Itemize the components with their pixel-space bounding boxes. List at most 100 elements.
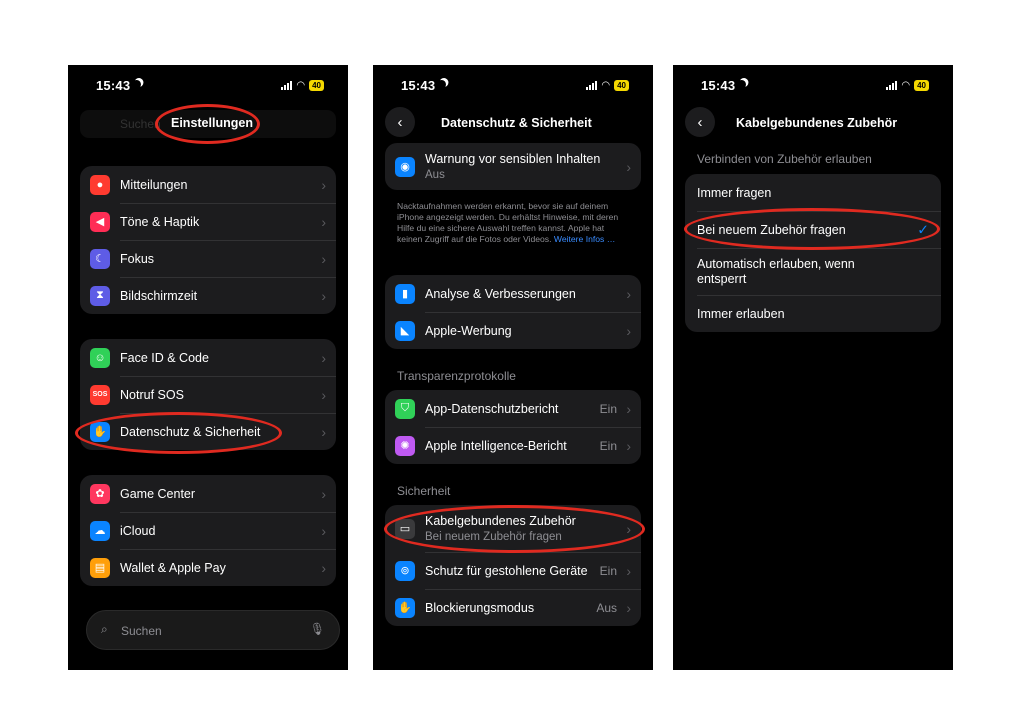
row-label: Game Center <box>120 486 196 501</box>
chevron-right-icon: › <box>321 386 326 403</box>
group-analysis: ▮ Analyse & Verbesserungen › ◣ Apple-Werbun… <box>385 275 641 349</box>
battery-icon: 40 <box>914 80 929 91</box>
chevron-right-icon: › <box>626 285 631 302</box>
row-label: Analyse & Verbesserungen <box>425 286 576 301</box>
option-ask-new-accessories[interactable]: Bei neuem Zubehör fragen ✓ <box>685 211 941 248</box>
group-transparency: ⛉ App-Datenschutzbericht Ein › ✺ Apple Intel… <box>385 390 641 464</box>
settings-screen: 15:43 ◠ 40 Suchen Einstellungen ● Mitteil… <box>68 65 348 670</box>
row-apple-werbung[interactable]: ◣ Apple-Werbung › <box>385 312 641 349</box>
bell-icon: ● <box>90 174 110 195</box>
option-label: Bei neuem Zubehör fragen <box>697 222 846 237</box>
wifi-icon: ◠ <box>601 79 611 91</box>
row-toene-haptik[interactable]: ◀ Töne & Haptik › <box>80 203 336 240</box>
settings-group-services: ✿ Game Center › ☁ iCloud › ▤ Wallet & Apple P… <box>80 475 336 586</box>
option-always-allow[interactable]: Immer erlauben <box>685 295 941 332</box>
section-header-transparency: Transparenzprotokolle <box>397 369 516 383</box>
row-fokus[interactable]: ☾ Fokus › <box>80 240 336 277</box>
row-datenschutz[interactable]: ✋ Datenschutz & Sicherheit › <box>80 413 336 450</box>
back-button[interactable]: ‹ <box>685 107 715 137</box>
chevron-right-icon: › <box>626 599 631 616</box>
chevron-right-icon: › <box>626 158 631 175</box>
chevron-right-icon: › <box>321 485 326 502</box>
row-game-center[interactable]: ✿ Game Center › <box>80 475 336 512</box>
chevron-left-icon: ‹ <box>697 113 703 131</box>
row-icloud[interactable]: ☁ iCloud › <box>80 512 336 549</box>
signal-icon <box>886 81 898 90</box>
chevron-right-icon: › <box>321 423 326 440</box>
row-label: iCloud <box>120 523 156 538</box>
status-bar: 15:43 ◠ 40 <box>68 78 348 96</box>
option-auto-allow-unlocked[interactable]: Automatisch erlauben, wenn entsperrt <box>685 248 941 295</box>
page-title: Einstellungen <box>171 116 253 130</box>
battery-icon: 40 <box>614 80 629 91</box>
chevron-right-icon: › <box>321 522 326 539</box>
cable-icon: ▭ <box>395 518 415 539</box>
apple-intelligence-icon: ✺ <box>395 435 415 456</box>
row-lockdown-mode[interactable]: ✋ Blockierungsmodus Aus › <box>385 589 641 626</box>
row-sensitive-content-warning[interactable]: ◉ Warnung vor sensiblen Inhalten Aus › <box>385 143 641 190</box>
row-wired-accessories[interactable]: ▭ Kabelgebundenes Zubehör Bei neuem Zubeh… <box>385 505 641 552</box>
game-center-icon: ✿ <box>90 483 110 504</box>
settings-group-security: ☺ Face ID & Code › SOS Notruf SOS › ✋ Datensc… <box>80 339 336 450</box>
moon-icon <box>131 79 143 91</box>
face-id-icon: ☺ <box>90 347 110 368</box>
row-value: Aus <box>596 600 617 615</box>
option-always-ask[interactable]: Immer fragen <box>685 174 941 211</box>
row-analyse[interactable]: ▮ Analyse & Verbesserungen › <box>385 275 641 312</box>
status-time: 15:43 <box>401 78 436 93</box>
row-label: Warnung vor sensiblen Inhalten <box>425 152 601 166</box>
wifi-icon: ◠ <box>901 79 911 91</box>
hourglass-icon: ⧗ <box>90 285 110 306</box>
more-info-link[interactable]: Weitere Infos … <box>554 234 615 244</box>
back-button[interactable]: ‹ <box>385 107 415 137</box>
megaphone-icon: ◣ <box>395 320 415 341</box>
eye-warning-icon: ◉ <box>395 156 415 177</box>
chevron-right-icon: › <box>321 213 326 230</box>
option-label: Automatisch erlauben, wenn entsperrt <box>697 256 855 286</box>
chevron-right-icon: › <box>321 559 326 576</box>
chevron-right-icon: › <box>626 520 631 537</box>
battery-icon: 40 <box>309 80 324 91</box>
group-security: ▭ Kabelgebundenes Zubehör Bei neuem Zubeh… <box>385 505 641 626</box>
row-notruf-sos[interactable]: SOS Notruf SOS › <box>80 376 336 413</box>
accessory-options-list: Immer fragen Bei neuem Zubehör fragen ✓ A… <box>685 174 941 332</box>
status-time: 15:43 <box>701 78 736 93</box>
section-header-allow-accessories: Verbinden von Zubehör erlauben <box>697 152 872 166</box>
row-app-privacy-report[interactable]: ⛉ App-Datenschutzbericht Ein › <box>385 390 641 427</box>
search-bar-bottom[interactable]: ⌕ Suchen 🎙 <box>86 610 340 650</box>
wallet-icon: ▤ <box>90 557 110 578</box>
row-face-id[interactable]: ☺ Face ID & Code › <box>80 339 336 376</box>
row-value: Ein <box>599 401 617 416</box>
row-label: Apple-Werbung <box>425 323 512 338</box>
chevron-right-icon: › <box>626 562 631 579</box>
row-stolen-device-protection[interactable]: ⊚ Schutz für gestohlene Geräte Ein › <box>385 552 641 589</box>
signal-icon <box>586 81 598 90</box>
chevron-right-icon: › <box>626 437 631 454</box>
section-header-security: Sicherheit <box>397 484 451 498</box>
row-label: Face ID & Code <box>120 350 209 365</box>
row-wallet[interactable]: ▤ Wallet & Apple Pay › <box>80 549 336 586</box>
page-title: Datenschutz & Sicherheit <box>441 116 592 130</box>
row-label: Mitteilungen <box>120 177 188 192</box>
checkmark-icon: ✓ <box>917 221 929 237</box>
search-icon: ⌕ <box>101 622 108 636</box>
wired-accessories-screen: 15:43 ◠ 40 ‹ Kabelgebundenes Zubehör Ver… <box>673 65 953 670</box>
speaker-icon: ◀ <box>90 211 110 232</box>
stolen-device-icon: ⊚ <box>395 560 415 581</box>
row-apple-intelligence-report[interactable]: ✺ Apple Intelligence-Bericht Ein › <box>385 427 641 464</box>
microphone-icon[interactable]: 🎙 <box>310 622 325 636</box>
row-value: Aus <box>425 169 445 181</box>
row-label: Bildschirmzeit <box>120 288 198 303</box>
sos-icon: SOS <box>90 384 110 405</box>
page-title: Kabelgebundenes Zubehör <box>736 116 898 130</box>
settings-group-notifications: ● Mitteilungen › ◀ Töne & Haptik › ☾ Fokus › ⧗… <box>80 166 336 314</box>
row-label: Datenschutz & Sicherheit <box>120 424 261 439</box>
row-value: Ein <box>599 563 617 578</box>
row-mitteilungen[interactable]: ● Mitteilungen › <box>80 166 336 203</box>
footnote: Nacktaufnahmen werden erkannt, bevor sie… <box>397 201 629 245</box>
row-label: Fokus <box>120 251 155 266</box>
cloud-icon: ☁ <box>90 520 110 541</box>
moon-icon <box>436 79 448 91</box>
row-bildschirmzeit[interactable]: ⧗ Bildschirmzeit › <box>80 277 336 314</box>
chevron-right-icon: › <box>321 349 326 366</box>
